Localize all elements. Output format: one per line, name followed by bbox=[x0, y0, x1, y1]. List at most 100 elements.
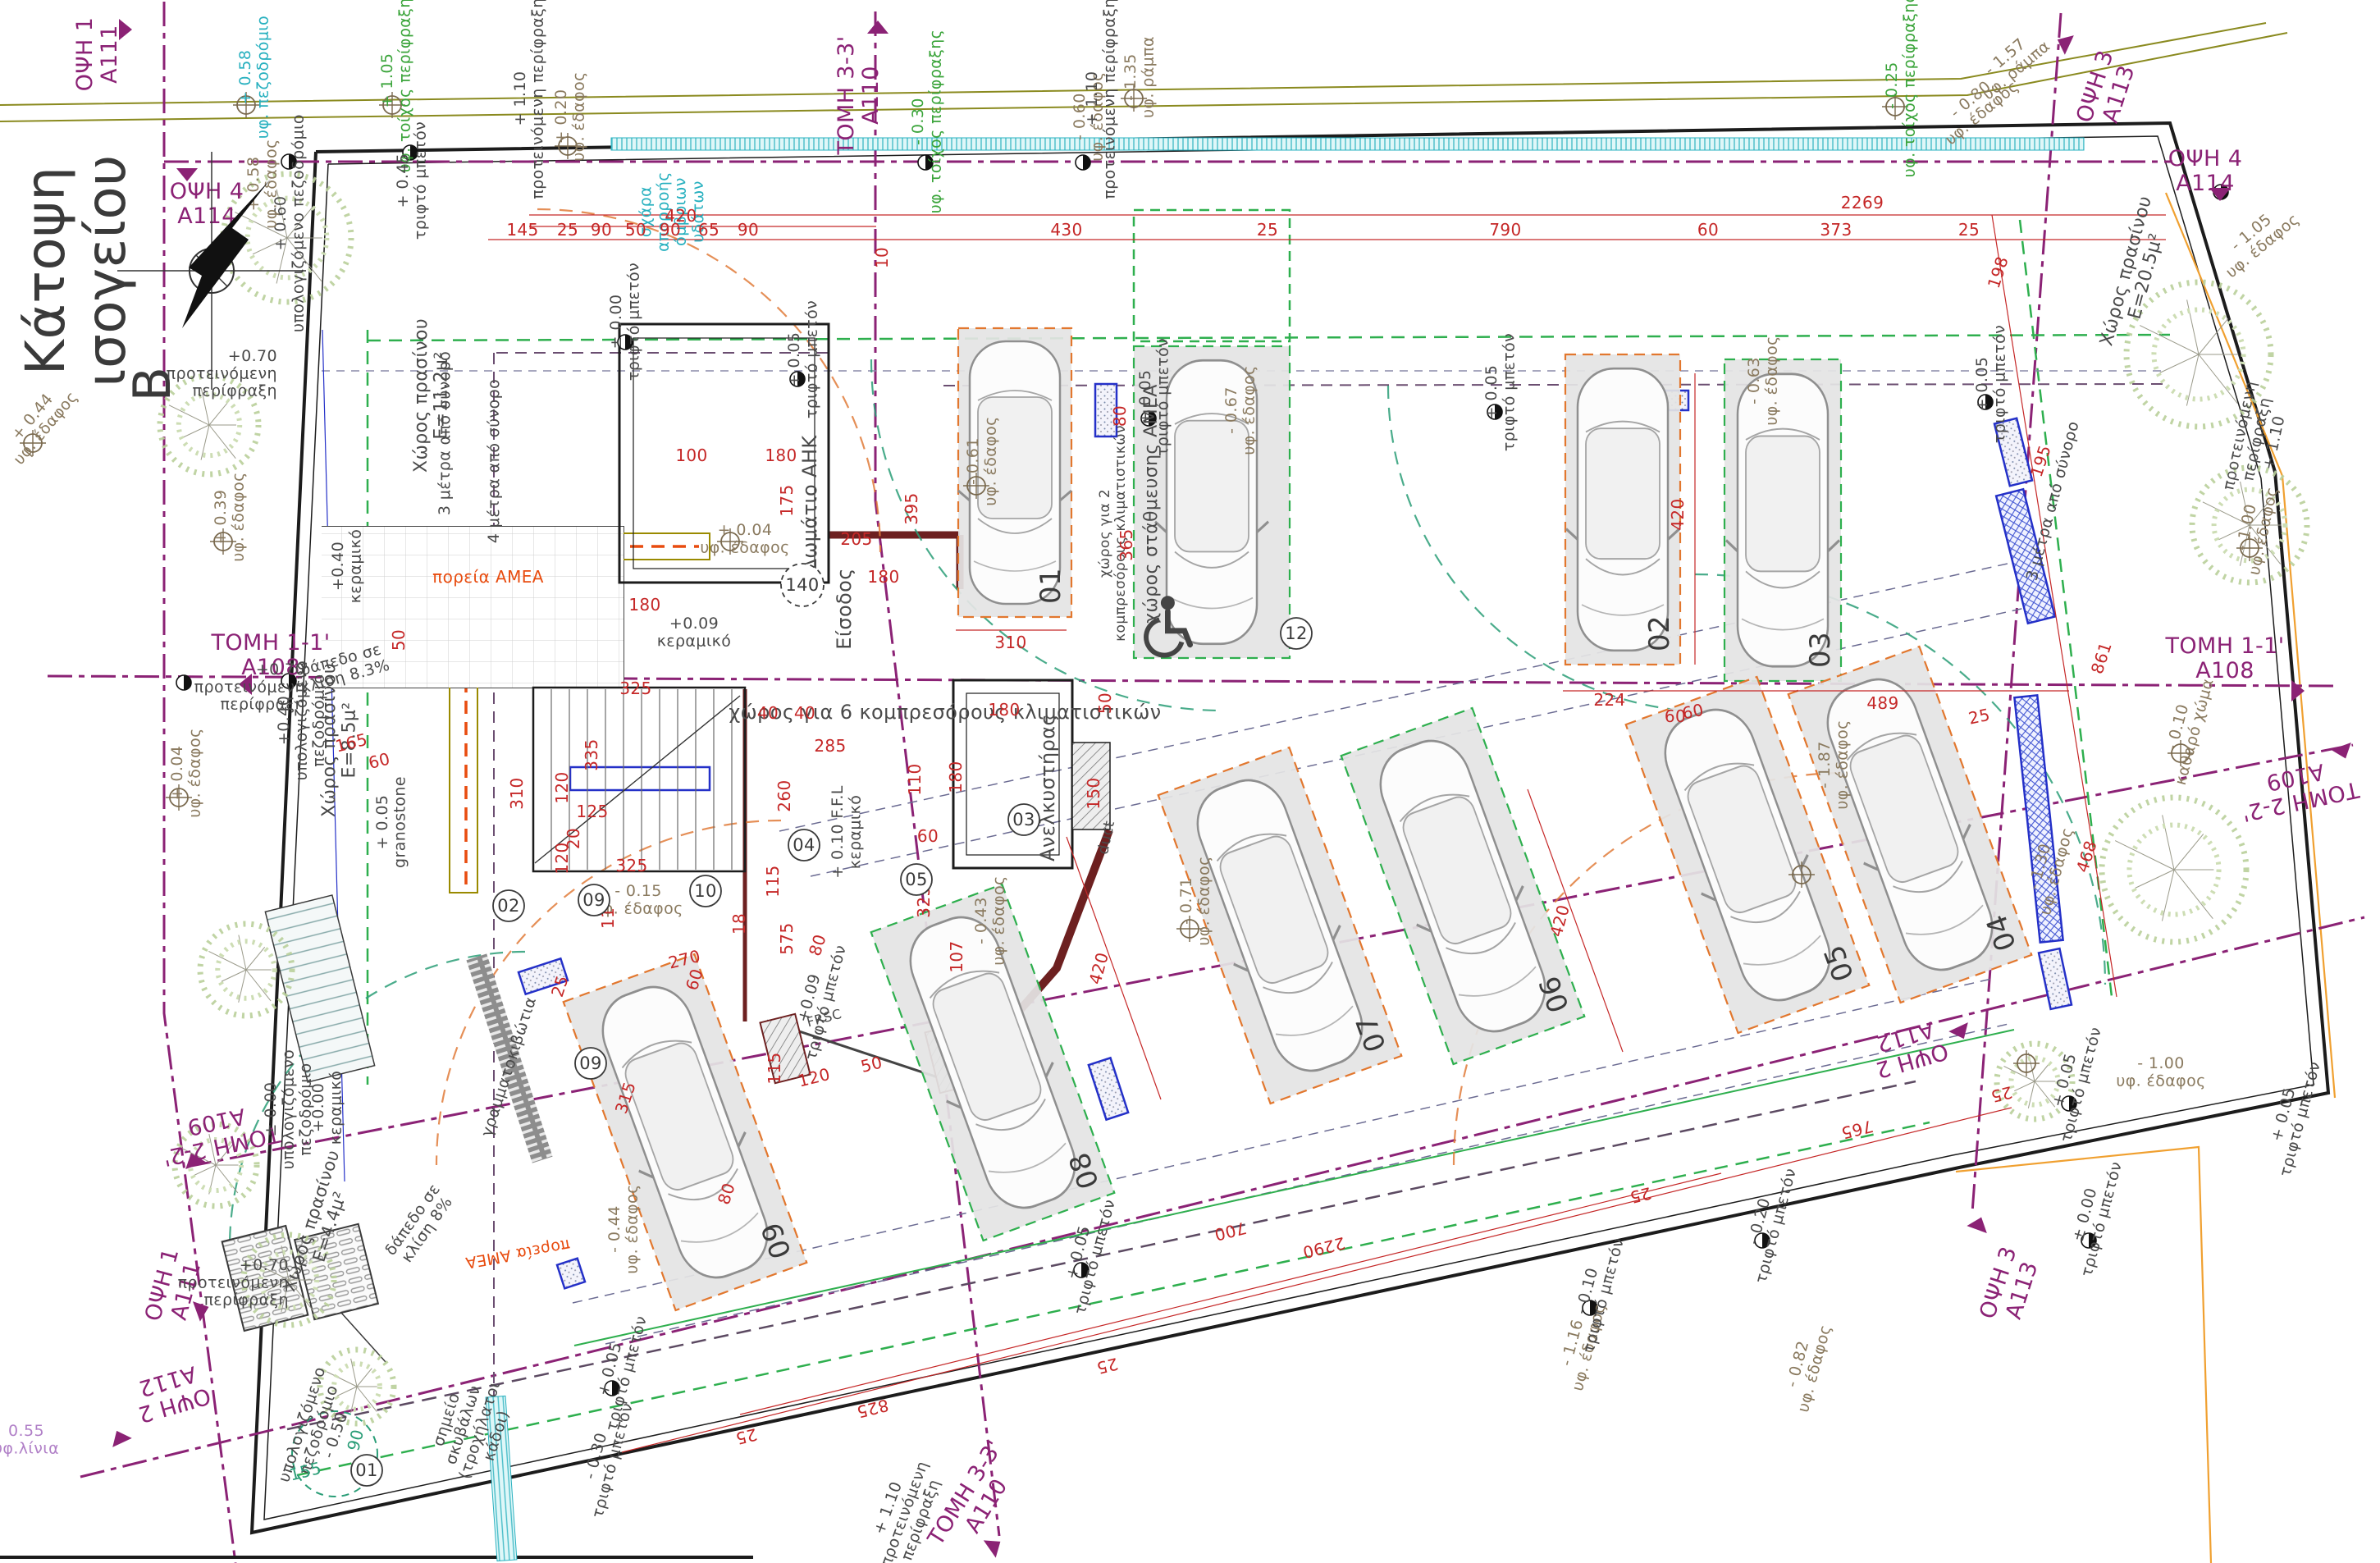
car bbox=[1566, 368, 1679, 651]
tree-branch bbox=[2136, 870, 2174, 888]
dimension-label: 60 bbox=[1697, 220, 1719, 240]
dimension-label: 285 bbox=[814, 736, 846, 756]
keynote-number: 05 bbox=[905, 870, 928, 889]
dimension-label: 198 bbox=[1984, 254, 2012, 290]
dimension-label: 60 bbox=[367, 748, 392, 773]
tree-branch bbox=[327, 1372, 357, 1387]
dimension-label: 180 bbox=[628, 595, 660, 615]
dimension-label: 120 bbox=[552, 842, 572, 874]
dimension-label: 420 bbox=[1085, 950, 1112, 986]
level-marker bbox=[176, 675, 191, 690]
dimension-label: 430 bbox=[1050, 220, 1082, 240]
dimension-label: 25 bbox=[557, 220, 578, 240]
annotation: - 0.82υφ. έδαφος bbox=[1777, 1318, 1834, 1414]
dimension-label: 50 bbox=[859, 1052, 884, 1076]
dimension-label: 25 bbox=[1257, 220, 1278, 240]
annotation: δάπεδο σεκλίση 8% bbox=[381, 1181, 458, 1269]
tree-branch bbox=[357, 1369, 372, 1387]
dimension-label: 50 bbox=[389, 629, 409, 651]
view-marker-opsi1-top: ΟΨΗ 1Α111 bbox=[72, 17, 122, 92]
dimension-label: 10 bbox=[872, 247, 892, 268]
keynote-09: 09 bbox=[575, 1048, 606, 1079]
annotation: - 0.71υφ. έδαφος bbox=[1177, 856, 1213, 945]
car bbox=[1726, 374, 1839, 666]
amea-spot-label: χώρος στάθμευσης ΑΜΕΑ bbox=[1141, 384, 1162, 623]
dimension-label: 120 bbox=[552, 771, 572, 803]
tree-branch bbox=[2035, 1063, 2050, 1081]
section-marker-1-1-right: ΤΟΜΗ 1-1'Α108 bbox=[2164, 633, 2284, 683]
annotation: + 0.05τριφτό μπετόν bbox=[785, 300, 820, 418]
keynote-number: 140 bbox=[785, 575, 819, 595]
tree-branch bbox=[183, 425, 209, 437]
tree-branch bbox=[2115, 841, 2174, 870]
dimension-label: 2290 bbox=[1300, 1233, 1347, 1263]
tree-branch bbox=[2160, 354, 2199, 372]
section-arrow bbox=[2053, 30, 2073, 54]
annotation: - 0.44υφ. έδαφος bbox=[605, 1184, 641, 1273]
keynote-02: 02 bbox=[493, 890, 524, 921]
amea-path-label: πορεία ΑΜΕΑ bbox=[432, 567, 544, 587]
column bbox=[557, 1259, 585, 1289]
offset-bottom-green bbox=[297, 1122, 1930, 1475]
keynote-09: 09 bbox=[578, 884, 610, 916]
annotation: + 0.05τριφτό μπετόν bbox=[1973, 325, 2008, 443]
annotation: + 0.10 F.F.Lκεραμικό bbox=[829, 785, 864, 879]
dimension-label: 180 bbox=[946, 761, 966, 793]
room-ahk: Δωμάτιο ΑΗΚ bbox=[798, 435, 821, 573]
dimension-label: 325 bbox=[615, 856, 647, 875]
annotation: + 0.58υφ. πεζοδρόμιο bbox=[236, 16, 272, 139]
tree-branch bbox=[222, 970, 246, 981]
annotation: + 0.58υφ. έδαφος bbox=[244, 139, 280, 228]
elevator-label: Ανελκυστήρας bbox=[1036, 714, 1059, 861]
dimension-label: 420 bbox=[1546, 903, 1574, 939]
view-marker-opsi3-bottom: ΟΨΗ 3Α113 bbox=[1975, 1244, 2045, 1330]
tree-branch bbox=[2199, 318, 2228, 354]
dimension-label: 700 bbox=[1213, 1218, 1249, 1245]
section-arrow bbox=[984, 1533, 1007, 1557]
dimension-label: 420 bbox=[1668, 498, 1688, 530]
keynote-number: 02 bbox=[497, 896, 520, 916]
annotation: - 0.20τριφτό μπετόν bbox=[1735, 1162, 1800, 1286]
annotation: ± 0.00τριφτό μπετόν bbox=[2061, 1155, 2126, 1279]
annotation: + 1.10προτεινόμενηπερίφραξη bbox=[861, 1453, 948, 1563]
dimension-label: 180 bbox=[765, 446, 797, 465]
dimension-label: 80 bbox=[1110, 405, 1130, 427]
dimension-label: 40 bbox=[757, 703, 779, 723]
view-marker-opsi4-right: ΟΨΗ 4Α114 bbox=[2168, 146, 2243, 196]
tree-branch bbox=[2014, 1081, 2035, 1091]
dimension-label: 335 bbox=[582, 738, 601, 770]
tree-branch bbox=[194, 1165, 216, 1176]
dimension-label: 115 bbox=[765, 1052, 784, 1084]
keynote-number: 03 bbox=[1012, 810, 1035, 829]
annotation: + 0.05τριφτό μπετόν bbox=[2259, 1055, 2324, 1179]
annotation: 0.55υφ.λίνια bbox=[0, 1422, 59, 1457]
annotation: +0.09κεραμικό bbox=[657, 615, 732, 650]
dimension-label: 25 bbox=[1094, 1354, 1120, 1378]
annotation: 3 μέτρα από σύνορο bbox=[2023, 419, 2083, 583]
dimension-label: 50 bbox=[625, 220, 646, 240]
section-marker-3-3-bottom: ΤΟΜΗ 3-3'Α110 bbox=[923, 1436, 1029, 1563]
dimension-label: 25 bbox=[1989, 1082, 2014, 1107]
dimension-label: 373 bbox=[1820, 220, 1852, 240]
tree-branch bbox=[2174, 870, 2213, 919]
dimension-label: 60 bbox=[917, 826, 939, 846]
parking-spot-number: 02 bbox=[1643, 615, 1676, 651]
annotation: - 0.30τριφτό μπετόν bbox=[572, 1396, 637, 1520]
dimension-label: 145 bbox=[506, 220, 538, 240]
dimension-label: 765 bbox=[1839, 1116, 1875, 1143]
dimension-label: 224 bbox=[1593, 690, 1625, 710]
floor-plan-sheet: 010203040506070809 ΚάτοψηισογείουΒΟΨΗ 1Α… bbox=[0, 0, 2380, 1563]
parking-spot-02: 02 bbox=[1565, 354, 1680, 665]
tree-branch bbox=[169, 405, 209, 425]
annotation: + 0.05τριφτό μπετόν bbox=[586, 1309, 651, 1433]
section-arrow bbox=[867, 21, 889, 34]
dimension-label: 260 bbox=[774, 779, 794, 811]
tree-branch bbox=[2162, 870, 2174, 921]
layer-guides bbox=[0, 2, 2364, 1563]
floor-plan-canvas: 010203040506070809 ΚάτοψηισογείουΒΟΨΗ 1Α… bbox=[0, 0, 2380, 1563]
dimension-label: 18 bbox=[729, 913, 749, 935]
dimension-label: 175 bbox=[777, 484, 797, 516]
keynote-05: 05 bbox=[901, 864, 932, 895]
tree-branch bbox=[209, 425, 235, 459]
tree-branch bbox=[2140, 326, 2199, 354]
